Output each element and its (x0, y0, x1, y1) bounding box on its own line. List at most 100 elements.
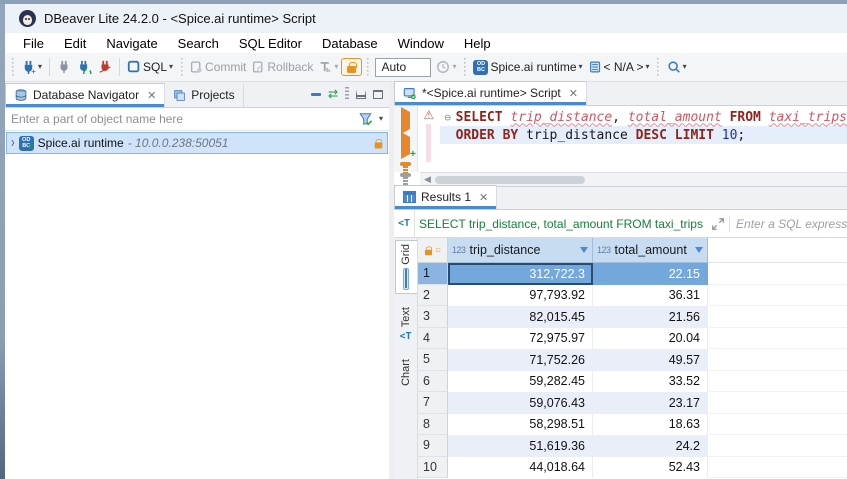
code-area[interactable]: ⊖ SELECT trip_distance, total_amount FRO… (440, 106, 847, 172)
tab-projects[interactable]: Projects (165, 84, 243, 107)
row-number[interactable]: 6 (418, 371, 448, 393)
search-button[interactable]: ▾ (664, 58, 690, 76)
object-filter-row[interactable]: Enter a part of object name here ▾ (5, 108, 389, 131)
sql-editor-button[interactable]: SQL ▾ (124, 58, 176, 76)
row-number[interactable]: 2 (418, 285, 448, 307)
row-number[interactable]: 3 (418, 306, 448, 328)
table-row[interactable]: 472,975.9720.04 (418, 328, 847, 350)
table-row[interactable]: 1312,722.322.15 (418, 263, 847, 285)
tab-results-1[interactable]: Results 1 ✕ (394, 185, 497, 209)
grid-cell[interactable]: 52.43 (593, 457, 708, 479)
grid-cell[interactable]: 20.04 (593, 328, 708, 350)
menu-file[interactable]: File (13, 36, 54, 51)
grid-cell[interactable]: 97,793.92 (448, 285, 593, 307)
connection-tree-item[interactable]: › ODBC Spice.ai runtime - 10.0.0.238:500… (6, 132, 388, 154)
grid-cell[interactable]: 58,298.51 (448, 414, 593, 436)
disconnect-button[interactable] (95, 58, 115, 76)
editor-horizontal-scrollbar[interactable]: ◀ (420, 172, 847, 186)
grid-cell[interactable]: 23.17 (593, 392, 708, 414)
table-row[interactable]: 382,015.4521.56 (418, 306, 847, 328)
filter-funnel-icon[interactable] (358, 112, 373, 126)
close-icon[interactable]: ✕ (569, 87, 578, 100)
link-with-editor-icon[interactable]: ⇄ (328, 88, 338, 100)
row-number[interactable]: 9 (418, 435, 448, 457)
script-icon[interactable] (400, 173, 411, 177)
new-connection-button[interactable]: + ▾ (18, 58, 45, 77)
tab-sql-script[interactable]: *<Spice.ai runtime> Script ✕ (394, 81, 587, 105)
maximize-view-icon[interactable] (373, 90, 383, 99)
grid-cell[interactable]: 33.52 (593, 371, 708, 393)
menu-edit[interactable]: Edit (54, 36, 96, 51)
executed-query-text[interactable]: SELECT trip_distance, total_amount FROM … (419, 217, 707, 231)
close-icon[interactable]: ✕ (479, 191, 488, 204)
fold-marker-icon[interactable]: ⊖ (440, 111, 456, 124)
menu-database[interactable]: Database (312, 36, 388, 51)
row-number[interactable]: 7 (418, 392, 448, 414)
table-row[interactable]: 297,793.9236.31 (418, 285, 847, 307)
menu-window[interactable]: Window (388, 36, 454, 51)
execute-new-tab-button[interactable] (401, 137, 410, 155)
active-schema-selector[interactable]: < N/A > ▾ (586, 58, 653, 76)
tab-chart-view[interactable]: Chart (395, 356, 417, 394)
grid-cell[interactable]: 24.2 (593, 435, 708, 457)
execute-script-icon[interactable] (400, 162, 411, 166)
scroll-left-arrow-icon[interactable]: ◀ (420, 174, 435, 185)
code-line-1[interactable]: ⊖ SELECT trip_distance, total_amount FRO… (440, 108, 847, 126)
collapse-all-icon[interactable] (311, 93, 321, 96)
filter-caret[interactable]: ▾ (379, 115, 383, 123)
grid-cell[interactable]: 312,722.3 (448, 263, 593, 285)
row-number[interactable]: 5 (418, 349, 448, 371)
grid-cell[interactable]: 71,752.26 (448, 349, 593, 371)
new-connection-caret[interactable]: ▾ (38, 63, 42, 71)
row-number[interactable]: 8 (418, 414, 448, 436)
grid-cell[interactable]: 72,975.97 (448, 328, 593, 350)
row-number[interactable]: 1 (418, 263, 448, 285)
execute-statement-button[interactable] (401, 112, 410, 130)
grid-cell[interactable]: 51,619.36 (448, 435, 593, 457)
code-line-2[interactable]: ORDER BY trip_distance DESC LIMIT 10; (440, 126, 847, 144)
tab-text-view[interactable]: Text <T (395, 304, 417, 346)
expander-chevron-icon[interactable]: › (11, 135, 15, 152)
table-row[interactable]: 571,752.2649.57 (418, 349, 847, 371)
tab-grid-view[interactable]: Grid (395, 240, 417, 294)
table-row[interactable]: 659,282.4533.52 (418, 371, 847, 393)
column-header-total_amount[interactable]: 123total_amount (593, 238, 708, 263)
menu-navigate[interactable]: Navigate (96, 36, 167, 51)
grid-cell[interactable]: 36.31 (593, 285, 708, 307)
expand-icon[interactable] (711, 217, 725, 231)
scrollbar-thumb[interactable] (435, 176, 585, 184)
grid-cell[interactable]: 22.15 (593, 263, 708, 285)
close-icon[interactable]: ✕ (147, 89, 156, 102)
view-menu-grip-icon[interactable] (345, 87, 349, 101)
grid-cell[interactable]: 21.56 (593, 306, 708, 328)
commit-mode-combo[interactable]: Auto (375, 58, 431, 77)
grid-cell[interactable]: 44,018.64 (448, 457, 593, 479)
table-row[interactable]: 858,298.5118.63 (418, 414, 847, 436)
connect-button[interactable] (54, 58, 74, 76)
menu-help[interactable]: Help (454, 36, 501, 51)
row-number[interactable]: 10 (418, 457, 448, 479)
tab-database-navigator[interactable]: Database Navigator ✕ (5, 83, 165, 107)
minimize-view-icon[interactable] (356, 90, 366, 99)
grid-cell[interactable]: 49.57 (593, 349, 708, 371)
grid-cell[interactable]: 18.63 (593, 414, 708, 436)
auto-commit-lock-toggle[interactable] (341, 58, 362, 76)
column-header-trip_distance[interactable]: 123trip_distance (448, 238, 593, 263)
table-row[interactable]: 1044,018.6452.43 (418, 457, 847, 479)
sql-expression-input[interactable]: Enter a SQL expression to (736, 217, 847, 231)
active-connection-selector[interactable]: ODBC Spice.ai runtime ▾ (470, 58, 585, 77)
object-filter-input[interactable]: Enter a part of object name here (11, 112, 352, 126)
table-row[interactable]: 951,619.3624.2 (418, 435, 847, 457)
grid-cell[interactable]: 59,282.45 (448, 371, 593, 393)
grid-cell[interactable]: 82,015.45 (448, 306, 593, 328)
row-number[interactable]: 4 (418, 328, 448, 350)
sql-editor[interactable]: ⚠ ⊖ SELECT trip_distance, total_amount F… (394, 106, 847, 172)
menu-sql-editor[interactable]: SQL Editor (229, 36, 312, 51)
reconnect-button[interactable] (74, 58, 95, 76)
grid-corner-cell[interactable]: ○ (418, 238, 448, 263)
grid-cell[interactable]: 59,076.43 (448, 392, 593, 414)
sql-caret[interactable]: ▾ (169, 63, 173, 71)
menu-search[interactable]: Search (168, 36, 229, 51)
transaction-log-button[interactable]: ▾ (316, 58, 341, 76)
table-row[interactable]: 759,076.4323.17 (418, 392, 847, 414)
